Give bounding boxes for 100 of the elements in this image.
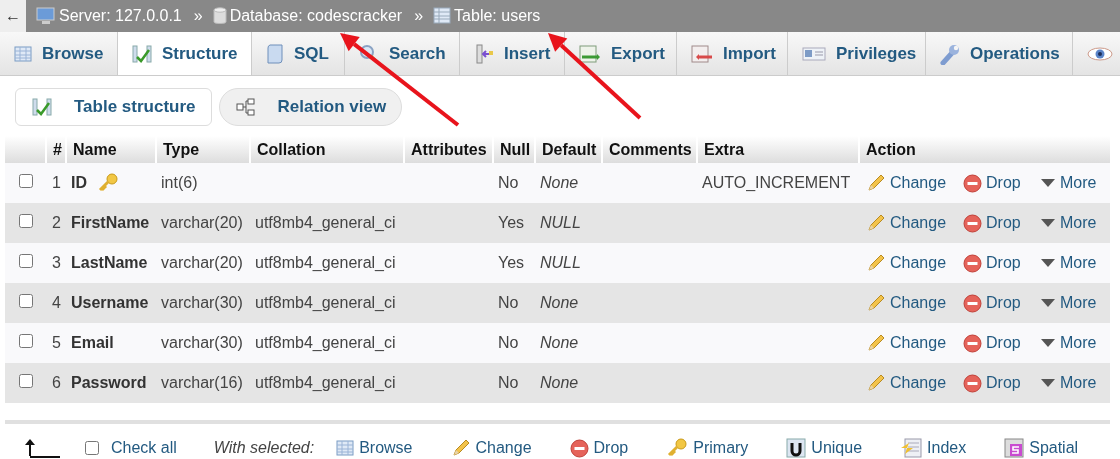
row-checkbox[interactable] xyxy=(19,214,33,228)
bulk-action-link[interactable]: Unique xyxy=(786,438,863,458)
tab[interactable]: Import xyxy=(677,32,788,75)
back-button[interactable]: ← xyxy=(0,0,26,32)
table-cell-text: NULL xyxy=(539,214,582,232)
wrench-icon xyxy=(940,42,960,65)
pencil-icon xyxy=(866,253,886,273)
table-cell-text: None xyxy=(539,294,580,312)
table-cell: Email xyxy=(71,334,114,352)
table-cell: FirstName xyxy=(71,214,150,232)
action-link[interactable]: Drop xyxy=(963,253,1040,273)
table-cell-text: utf8mb4_general_ci xyxy=(254,254,397,272)
table-cell-text: 2 xyxy=(51,214,62,232)
action-link[interactable]: Change xyxy=(866,173,963,193)
table-cell-text: varchar(30) xyxy=(160,294,244,312)
action-link[interactable]: More xyxy=(1040,214,1097,232)
action-link[interactable]: Change xyxy=(866,293,963,313)
bulk-action-link[interactable]: Drop xyxy=(569,438,629,458)
bulk-action-link[interactable]: Change xyxy=(450,438,532,458)
row-checkbox[interactable] xyxy=(19,334,33,348)
caret-icon xyxy=(1040,178,1056,188)
table-cell-text: None xyxy=(539,374,580,392)
action-link[interactable]: More xyxy=(1040,374,1097,392)
table-cell-text: 3 xyxy=(51,254,62,272)
bulk-action-link[interactable]: Primary xyxy=(666,438,749,458)
caret-icon xyxy=(1040,258,1056,268)
eye-icon xyxy=(1087,45,1113,62)
table-icon xyxy=(14,44,32,63)
table-cell-text: None xyxy=(539,174,580,192)
subtab[interactable]: Relation view xyxy=(218,88,403,126)
table-cell-text: varchar(20) xyxy=(160,254,244,272)
bulk-action-link[interactable]: Index xyxy=(900,438,967,458)
minus-circle-icon xyxy=(963,333,982,353)
table-cell: LastName xyxy=(71,254,148,272)
action-link[interactable]: More xyxy=(1040,294,1097,312)
pencil-icon xyxy=(866,213,886,233)
pencil-icon xyxy=(866,293,886,313)
action-link[interactable]: Drop xyxy=(963,213,1040,233)
table-cell-text: 5 xyxy=(51,334,62,352)
table-icon xyxy=(336,439,355,457)
breadcrumb-link[interactable]: Table: users xyxy=(433,7,541,25)
tab[interactable]: Privileges xyxy=(788,32,926,75)
caret-icon xyxy=(1040,378,1056,388)
breadcrumb-link[interactable]: Database: codescracker xyxy=(212,7,403,25)
pencil-icon xyxy=(866,373,886,393)
row-checkbox[interactable] xyxy=(19,374,33,388)
table-cell-text: No xyxy=(497,294,520,312)
minus-circle-icon xyxy=(963,373,982,393)
check-all-checkbox[interactable] xyxy=(85,441,99,455)
action-link[interactable]: Change xyxy=(866,333,963,353)
action-link[interactable]: More xyxy=(1040,254,1097,272)
import-icon xyxy=(691,44,713,63)
tab[interactable]: Structure xyxy=(118,32,252,75)
action-link[interactable]: More xyxy=(1040,334,1097,352)
table-cell-text: Yes xyxy=(497,214,526,232)
tab[interactable]: Operations xyxy=(926,32,1073,75)
table-cell: Username xyxy=(71,294,149,312)
check-all-label[interactable]: Check all xyxy=(111,439,177,457)
structure-icon xyxy=(32,98,52,116)
separator: » xyxy=(414,7,424,25)
id-card-icon xyxy=(802,45,826,62)
table-cell-text: No xyxy=(497,334,520,352)
table-cell-text: utf8mb4_general_ci xyxy=(254,214,397,232)
action-link[interactable]: Change xyxy=(866,253,963,273)
action-link[interactable]: More xyxy=(1040,174,1097,192)
table-cell-text: AUTO_INCREMENT xyxy=(701,174,852,192)
tab[interactable]: SQL xyxy=(252,32,345,75)
minus-circle-icon xyxy=(963,213,982,233)
action-link[interactable]: Drop xyxy=(963,293,1040,313)
table-cell-text: utf8mb4_general_ci xyxy=(254,334,397,352)
caret-icon xyxy=(1040,298,1056,308)
structure-icon xyxy=(132,45,152,63)
index-icon xyxy=(900,438,923,458)
caret-icon xyxy=(1040,218,1056,228)
subtab[interactable]: Table structure xyxy=(15,88,212,126)
table-cell-text: No xyxy=(497,374,520,392)
row-checkbox[interactable] xyxy=(19,174,33,188)
relation-icon xyxy=(235,98,256,116)
bulk-action-link[interactable]: Browse xyxy=(336,439,413,457)
unique-index-icon xyxy=(786,438,807,458)
action-link[interactable]: Change xyxy=(866,373,963,393)
table-cell-text: varchar(16) xyxy=(160,374,244,392)
row-checkbox[interactable] xyxy=(19,294,33,308)
separator: » xyxy=(193,7,203,25)
tab[interactable]: Export xyxy=(565,32,677,75)
action-link[interactable]: Drop xyxy=(963,373,1040,393)
action-link[interactable]: Drop xyxy=(963,333,1040,353)
pencil-icon xyxy=(866,173,886,193)
pencil-icon xyxy=(866,333,886,353)
breadcrumb-link[interactable]: Server: 127.0.0.1 xyxy=(36,7,182,25)
up-arrow-icon xyxy=(25,438,61,458)
row-checkbox[interactable] xyxy=(19,254,33,268)
minus-circle-icon xyxy=(963,293,982,313)
table-cell-text: utf8mb4_general_ci xyxy=(254,374,397,392)
action-link[interactable]: Drop xyxy=(963,173,1040,193)
bulk-action-link[interactable]: Spatial xyxy=(1004,438,1079,458)
table-cell-text: NULL xyxy=(539,254,582,272)
table-cell-text: varchar(30) xyxy=(160,334,244,352)
minus-circle-icon xyxy=(569,438,589,458)
action-link[interactable]: Change xyxy=(866,213,963,233)
